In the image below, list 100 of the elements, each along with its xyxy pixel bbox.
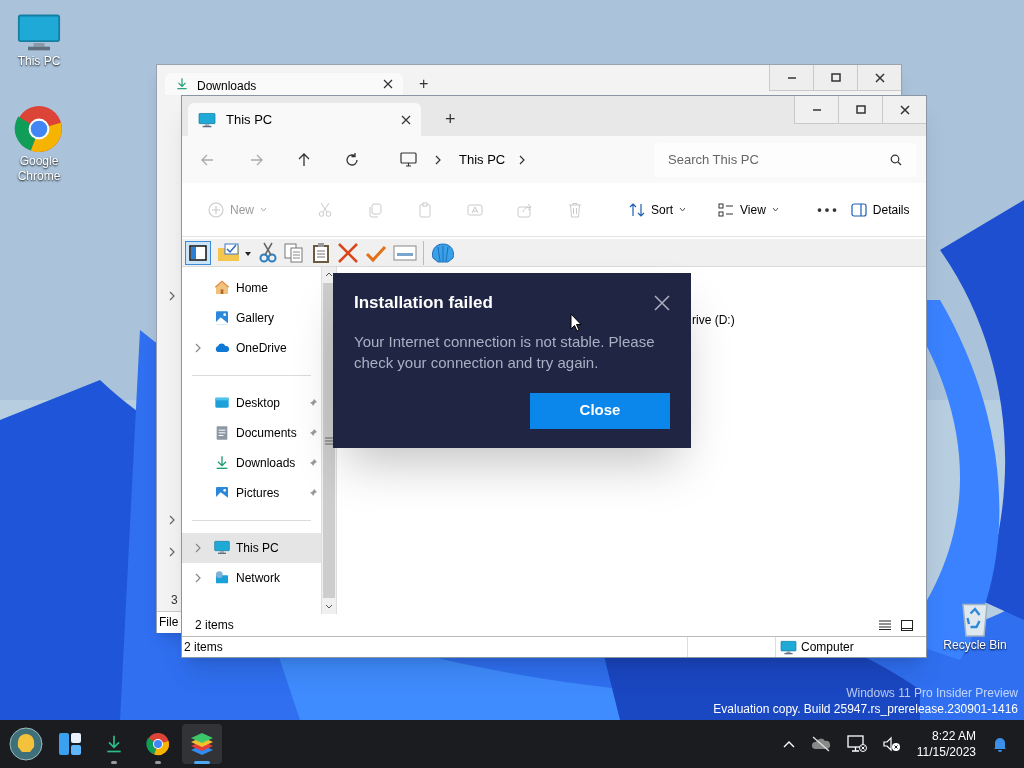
network-icon[interactable] xyxy=(846,735,867,753)
pin-icon[interactable] xyxy=(308,428,318,438)
nav-item[interactable]: Network xyxy=(182,563,321,593)
window-tab[interactable]: This PC xyxy=(188,103,421,136)
details-button[interactable]: Details xyxy=(842,193,918,226)
speaker-muted-icon[interactable] xyxy=(882,736,901,752)
nav-item[interactable]: This PC xyxy=(182,533,321,563)
network-icon xyxy=(214,570,230,586)
trash-icon xyxy=(567,201,583,218)
close-button[interactable] xyxy=(882,96,926,124)
close-button[interactable]: Close xyxy=(530,392,670,429)
bell-icon[interactable] xyxy=(992,736,1008,752)
nav-item[interactable]: Pictures xyxy=(182,478,321,508)
document-icon xyxy=(214,425,230,441)
watermark-text: Evaluation copy. Build 25947.rs_prerelease.230901-1416 xyxy=(713,701,1018,717)
sort-button[interactable]: Sort xyxy=(621,193,695,226)
taskbar-button[interactable] xyxy=(6,724,46,764)
item-count: 3 xyxy=(171,592,178,609)
nav-item[interactable]: Home xyxy=(182,273,321,303)
breadcrumb-item[interactable]: This PC xyxy=(459,149,506,170)
sort-icon xyxy=(629,201,645,218)
new-tab-button[interactable]: + xyxy=(445,110,456,128)
taskbar-button[interactable] xyxy=(182,724,222,764)
copy-icon[interactable] xyxy=(283,241,305,264)
download-icon xyxy=(214,455,230,471)
rename-icon xyxy=(467,201,483,218)
nav-item[interactable]: Desktop xyxy=(182,388,321,418)
search-field[interactable]: Search This PC xyxy=(654,142,916,177)
grip-icon[interactable] xyxy=(325,436,333,445)
pin-icon[interactable] xyxy=(308,398,318,408)
chevron-up-icon[interactable] xyxy=(782,740,795,748)
clipboard-icon[interactable] xyxy=(311,241,331,264)
chevron-right-icon[interactable] xyxy=(169,291,175,301)
maximize-button[interactable] xyxy=(838,96,882,124)
chevron-right-icon[interactable] xyxy=(169,547,175,557)
search-icon[interactable] xyxy=(890,153,902,166)
pin-icon[interactable] xyxy=(308,488,318,498)
maximize-icon xyxy=(855,104,866,115)
monitor-icon xyxy=(780,639,797,655)
cloud-off-icon[interactable] xyxy=(810,736,831,752)
maximize-icon xyxy=(830,72,841,83)
chevron-right-icon[interactable] xyxy=(435,154,441,165)
watermark-text: Windows 11 Pro Insider Preview xyxy=(846,685,1018,701)
scissors-icon xyxy=(317,201,333,218)
tiles-view-icon[interactable] xyxy=(901,619,913,631)
details-view-icon[interactable] xyxy=(879,620,891,630)
close-icon[interactable] xyxy=(401,114,411,125)
close-button[interactable] xyxy=(857,65,901,91)
desktop-icon xyxy=(214,395,230,411)
more-icon xyxy=(816,207,837,212)
close-icon[interactable] xyxy=(654,294,670,311)
shell-icon[interactable] xyxy=(430,241,456,264)
scrollbar-thumb[interactable] xyxy=(323,283,335,598)
drive-label[interactable]: rive (D:) xyxy=(692,311,735,329)
status-text: 2 items xyxy=(183,639,224,656)
pane-icon xyxy=(189,244,207,261)
browser-icon xyxy=(146,732,170,756)
item-count: 2 items xyxy=(195,617,234,634)
scissors-icon[interactable] xyxy=(259,241,277,264)
view-button[interactable]: View xyxy=(710,193,787,226)
tab-label: Downloads xyxy=(197,78,257,95)
home-icon xyxy=(214,280,230,296)
layout-button[interactable] xyxy=(185,240,211,265)
cross-icon[interactable] xyxy=(337,241,359,264)
close-icon xyxy=(899,104,910,115)
window-tab[interactable]: Downloads xyxy=(165,73,403,95)
monitor-outline-icon[interactable] xyxy=(400,151,417,168)
close-icon[interactable] xyxy=(383,79,393,89)
share-icon xyxy=(517,201,533,218)
clock[interactable]: 8:22 AM 11/15/2023 xyxy=(916,728,976,760)
cursor-icon xyxy=(570,313,582,332)
widgets-icon xyxy=(58,732,82,756)
monitor-icon xyxy=(214,540,230,556)
picture-icon xyxy=(214,310,230,326)
nav-item[interactable]: Gallery xyxy=(182,303,321,333)
monitor-icon xyxy=(198,111,216,128)
pin-icon[interactable] xyxy=(308,458,318,468)
chevron-right-icon[interactable] xyxy=(519,154,526,165)
download-icon xyxy=(104,733,124,755)
nav-item[interactable]: Downloads xyxy=(182,448,321,478)
browser-icon[interactable] xyxy=(14,104,64,154)
nav-item[interactable]: OneDrive xyxy=(182,333,321,363)
maximize-button[interactable] xyxy=(813,65,857,91)
chevron-right-icon[interactable] xyxy=(169,515,175,525)
close-icon xyxy=(874,72,885,83)
envelope-icon[interactable] xyxy=(393,243,417,262)
tab-label: This PC xyxy=(226,110,273,129)
copy-icon xyxy=(367,201,383,218)
status-text: File xyxy=(157,611,181,633)
dialog-title: Installation failed xyxy=(354,292,493,314)
minimize-icon xyxy=(811,108,822,111)
nav-item[interactable]: Documents xyxy=(182,418,321,448)
clipboard-icon xyxy=(417,201,433,218)
desktop-icon-label[interactable]: Recycle Bin xyxy=(943,638,1007,653)
refresh-icon[interactable] xyxy=(344,151,360,168)
new-icon xyxy=(208,201,224,218)
folder-check-icon[interactable] xyxy=(217,242,253,263)
up-arrow-icon[interactable] xyxy=(296,151,312,168)
minimize-icon xyxy=(786,76,797,79)
new-tab-button[interactable]: + xyxy=(419,76,429,92)
